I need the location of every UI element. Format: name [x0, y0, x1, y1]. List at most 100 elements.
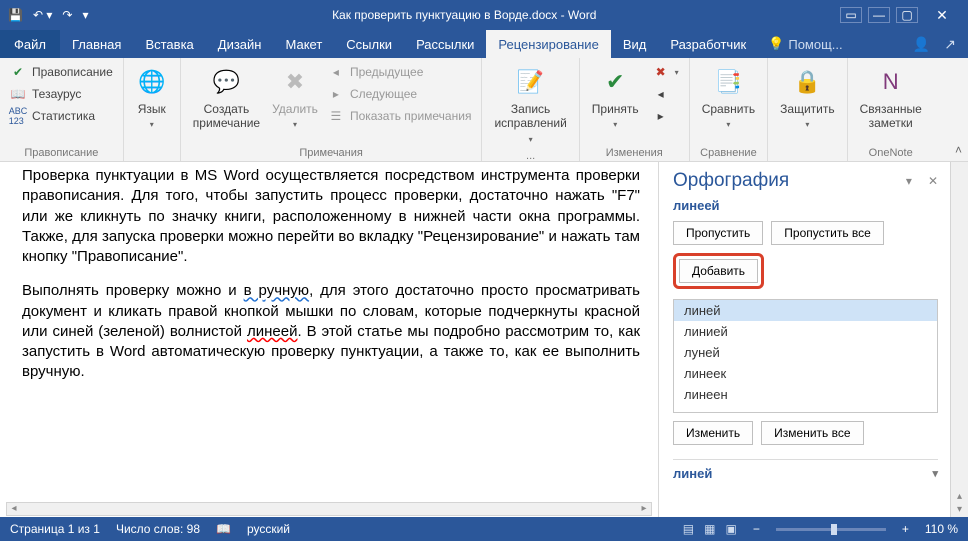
change-all-button[interactable]: Изменить все — [761, 421, 863, 445]
tab-mailings[interactable]: Рассылки — [404, 30, 486, 58]
skip-button[interactable]: Пропустить — [673, 221, 763, 245]
thesaurus-button[interactable]: 📖Тезаурус — [6, 84, 117, 104]
tab-developer[interactable]: Разработчик — [658, 30, 758, 58]
collapse-ribbon-icon[interactable]: ˄ — [955, 143, 962, 157]
next-change-button[interactable]: ▸ — [649, 106, 683, 126]
group-onenote-title: OneNote — [854, 145, 928, 159]
new-comment-button[interactable]: 💬 Создать примечание — [187, 62, 266, 135]
tell-me-label: Помощ... — [788, 37, 842, 52]
scroll-up-icon[interactable]: ▴ — [953, 491, 966, 502]
next-comment-button[interactable]: ▸Следующее — [324, 84, 476, 104]
scroll-left-icon[interactable]: ◂ — [7, 502, 21, 516]
tab-design[interactable]: Дизайн — [206, 30, 274, 58]
save-icon[interactable]: 💾 — [8, 8, 23, 22]
share-icon[interactable]: ↗ — [944, 36, 956, 53]
tab-file[interactable]: Файл — [0, 30, 60, 58]
scroll-right-icon[interactable]: ▸ — [637, 502, 651, 516]
next-icon: ▸ — [653, 108, 669, 124]
tab-review[interactable]: Рецензирование — [486, 30, 610, 58]
proofing-status-icon[interactable]: 📖 — [216, 522, 231, 536]
vertical-scrollbar[interactable]: ▴ ▾ — [950, 162, 968, 517]
suggestion-item[interactable]: линей — [674, 300, 937, 321]
zoom-level[interactable]: 110 % — [925, 522, 958, 536]
tab-references[interactable]: Ссылки — [334, 30, 404, 58]
delete-icon: ✖ — [279, 66, 311, 98]
undo-icon[interactable]: ↶ ▾ — [33, 8, 52, 22]
skip-all-button[interactable]: Пропустить все — [771, 221, 884, 245]
minimize-icon[interactable]: — — [868, 7, 890, 23]
prev-comment-button[interactable]: ◂Предыдущее — [324, 62, 476, 82]
check-icon: ✔ — [10, 64, 26, 80]
ribbon: ✔Правописание 📖Тезаурус ABC123Статистика… — [0, 58, 968, 162]
window-title: Как проверить пунктуацию в Ворде.docx - … — [96, 8, 832, 22]
prev-change-button[interactable]: ◂ — [649, 84, 683, 104]
suggestion-item[interactable]: линеен — [674, 384, 937, 405]
tell-me[interactable]: 💡 Помощ... — [758, 30, 852, 58]
qat-dropdown-icon[interactable]: ▾ — [82, 8, 88, 22]
globe-icon: 🌐 — [136, 66, 168, 98]
linked-notes-button[interactable]: N Связанные заметки — [854, 62, 928, 135]
account-icon[interactable]: 👤 — [913, 36, 930, 53]
definition-header[interactable]: линей ▾ — [673, 459, 938, 481]
statistics-button[interactable]: ABC123Статистика — [6, 106, 117, 126]
group-comments: 💬 Создать примечание ✖ Удалить ▾ ◂Предыд… — [181, 58, 483, 161]
prev-icon: ◂ — [653, 86, 669, 102]
new-comment-label: Создать примечание — [193, 102, 260, 131]
show-comments-button[interactable]: ☰Показать примечания — [324, 106, 476, 126]
horizontal-scrollbar[interactable]: ◂ ▸ — [6, 502, 652, 516]
web-layout-icon[interactable]: ▣ — [725, 522, 736, 536]
compare-button[interactable]: 📑 Сравнить ▾ — [696, 62, 761, 134]
ribbon-options-icon[interactable]: ▭ — [840, 7, 862, 23]
document-body[interactable]: Проверка пунктуации в MS Word осуществля… — [0, 162, 658, 517]
bulb-icon: 💡 — [768, 36, 784, 52]
next-comment-label: Следующее — [350, 87, 417, 101]
suggestion-item[interactable]: линеек — [674, 363, 937, 384]
group-tracking: 📝 Запись исправлений ▾ ... — [482, 58, 579, 161]
pane-options-icon[interactable]: ▾ — [906, 174, 912, 188]
accept-icon: ✔ — [599, 66, 631, 98]
reject-button[interactable]: ✖▾ — [649, 62, 683, 82]
close-icon[interactable]: ✕ — [924, 7, 960, 24]
track-changes-button[interactable]: 📝 Запись исправлений ▾ — [488, 62, 572, 148]
language-indicator[interactable]: русский — [247, 522, 290, 536]
chevron-down-icon: ▾ — [675, 68, 679, 77]
titlebar: 💾 ↶ ▾ ↷ ▾ Как проверить пунктуацию в Вор… — [0, 0, 968, 30]
language-button[interactable]: 🌐 Язык ▾ — [130, 62, 174, 134]
zoom-out-icon[interactable]: − — [753, 522, 760, 536]
tab-home[interactable]: Главная — [60, 30, 133, 58]
misspelled-word: линеей — [673, 198, 938, 213]
suggestions-list[interactable]: линей линией луней линеек линеен — [673, 299, 938, 413]
change-button[interactable]: Изменить — [673, 421, 753, 445]
group-tracking-title: ... — [488, 148, 572, 162]
read-mode-icon[interactable]: ▤ — [683, 522, 694, 536]
page-indicator[interactable]: Страница 1 из 1 — [10, 522, 100, 536]
word-count[interactable]: Число слов: 98 — [116, 522, 200, 536]
print-layout-icon[interactable]: ▦ — [704, 522, 715, 536]
group-language-title — [130, 157, 174, 159]
suggestion-item[interactable]: линией — [674, 321, 937, 342]
compare-label: Сравнить — [702, 102, 755, 116]
suggestion-item[interactable]: луней — [674, 342, 937, 363]
add-button[interactable]: Добавить — [679, 259, 758, 283]
zoom-slider[interactable] — [776, 528, 886, 531]
onenote-icon: N — [875, 66, 907, 98]
accept-button[interactable]: ✔ Принять ▾ — [586, 62, 645, 134]
delete-comment-button[interactable]: ✖ Удалить ▾ — [266, 62, 324, 134]
protect-label: Защитить — [780, 102, 834, 116]
chevron-down-icon: ▾ — [726, 120, 730, 130]
pane-close-icon[interactable]: ✕ — [928, 174, 938, 188]
show-comments-label: Показать примечания — [350, 109, 472, 123]
group-protect-title — [774, 157, 840, 159]
scroll-down-icon[interactable]: ▾ — [953, 504, 966, 515]
protect-button[interactable]: 🔒 Защитить ▾ — [774, 62, 840, 134]
stats-icon: ABC123 — [10, 108, 26, 124]
pane-title: Орфография — [673, 170, 789, 192]
tab-layout[interactable]: Макет — [273, 30, 334, 58]
maximize-icon[interactable]: ▢ — [896, 7, 918, 23]
tab-view[interactable]: Вид — [611, 30, 659, 58]
tab-insert[interactable]: Вставка — [133, 30, 205, 58]
zoom-in-icon[interactable]: + — [902, 522, 909, 536]
menubar: Файл Главная Вставка Дизайн Макет Ссылки… — [0, 30, 968, 58]
redo-icon[interactable]: ↷ — [62, 8, 72, 22]
spelling-button[interactable]: ✔Правописание — [6, 62, 117, 82]
